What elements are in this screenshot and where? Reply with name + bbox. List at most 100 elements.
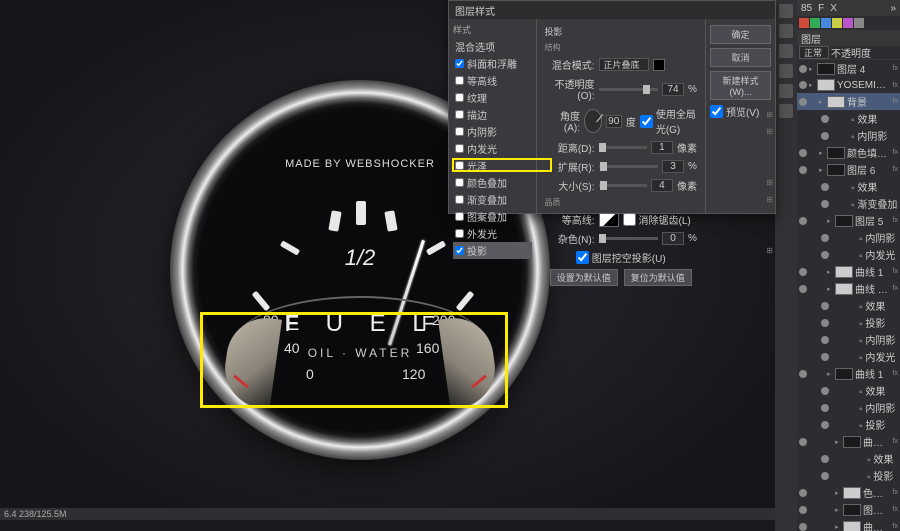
noise-slider[interactable] [599,237,659,240]
layer-row[interactable]: ▸曲线 小 1fx [797,280,900,297]
layer-row[interactable]: ▸YOSEMITE N...fx [797,77,900,93]
layer-fx-row[interactable]: ◦ 效果 [797,297,900,314]
spread-value[interactable]: 3 [662,160,684,173]
fx-item-3[interactable]: 描边⊞ [453,106,532,123]
layers-panel[interactable]: 85FX» 图层 正常 不透明度 ▸图层 4fx▸YOSEMITE N...fx… [797,0,900,531]
panel-icon[interactable] [779,64,793,78]
visibility-icon[interactable] [799,370,807,378]
layer-fx-row[interactable]: ◦ 效果 [797,382,900,399]
visibility-icon[interactable] [799,149,807,157]
layer-row[interactable]: ▸图层 4fx [797,60,900,77]
layer-fx-row[interactable]: ◦ 投影 [797,416,900,433]
layer-row[interactable]: ▸色彩饱和 凤尾 1fx [797,484,900,501]
visibility-icon[interactable] [799,217,807,225]
color-swatches[interactable] [797,16,900,30]
layer-fx-row[interactable]: ◦ 效果 [797,178,900,195]
layer-row[interactable]: ▸图层 灰度 1fx [797,501,900,518]
layer-fx-row[interactable]: ◦ 内发光 [797,348,900,365]
visibility-icon[interactable] [821,472,829,480]
visibility-icon[interactable] [821,319,829,327]
layer-tabs[interactable]: 图层 [797,30,900,46]
opacity-value[interactable]: 74 [662,83,684,96]
make-default-button[interactable]: 设置为默认值 [550,269,618,286]
visibility-icon[interactable] [821,234,829,242]
panel-icon[interactable] [779,84,793,98]
layer-fx-row[interactable]: ◦ 投影 [797,467,900,484]
global-light-checkbox[interactable]: 使用全局光(G) [640,106,697,136]
panel-icon[interactable] [779,24,793,38]
fx-item-5[interactable]: 内发光 [453,140,532,157]
fx-item-10[interactable]: 外发光 [453,225,532,242]
right-panels[interactable]: 85FX» 图层 正常 不透明度 ▸图层 4fx▸YOSEMITE N...fx… [775,0,900,531]
preview-checkbox[interactable]: 预览(V) [710,104,771,119]
visibility-icon[interactable] [799,523,807,531]
visibility-icon[interactable] [821,251,829,259]
fx-item-2[interactable]: 纹理 [453,89,532,106]
fx-item-1[interactable]: 等高线 [453,72,532,89]
layer-controls[interactable]: 正常 不透明度 [797,46,900,60]
visibility-icon[interactable] [821,404,829,412]
layer-row[interactable]: ▸图层 5fx [797,212,900,229]
size-slider[interactable] [599,184,647,187]
blend-mode-dropdown[interactable]: 正片叠底 [599,58,649,71]
layer-fx-row[interactable]: ◦ 内发光 [797,246,900,263]
layer-row[interactable]: ▸曲线 1fx [797,518,900,531]
layer-fx-row[interactable]: ◦ 内阴影 [797,229,900,246]
layer-row[interactable]: ▸曲线 3fx [797,433,900,450]
layer-fx-row[interactable]: ◦ 内阴影 [797,399,900,416]
spread-slider[interactable] [599,165,659,168]
fx-item-4[interactable]: 内阴影⊞ [453,123,532,140]
visibility-icon[interactable] [821,336,829,344]
angle-dial[interactable] [584,109,602,133]
noise-value[interactable]: 0 [662,232,684,245]
visibility-icon[interactable] [799,166,807,174]
collapsed-panel-strip[interactable] [775,0,797,531]
visibility-icon[interactable] [821,200,829,208]
fx-item-0[interactable]: 斜面和浮雕 [453,55,532,72]
fx-item-7[interactable]: 颜色叠加⊞ [453,174,532,191]
fx-item-11[interactable]: 投影⊞ [453,242,532,259]
blending-options[interactable]: 混合选项 [453,38,532,55]
layer-fx-row[interactable]: ◦ 内阴影 [797,127,900,144]
visibility-icon[interactable] [799,81,807,89]
knockout-checkbox[interactable]: 图层挖空投影(U) [576,250,666,265]
layer-list[interactable]: ▸图层 4fx▸YOSEMITE N...fx▸背景fx◦ 效果◦ 内阴影▸颜色… [797,60,900,531]
visibility-icon[interactable] [821,115,829,123]
layer-fx-row[interactable]: ◦ 内阴影 [797,331,900,348]
layer-style-dialog[interactable]: 图层样式 样式 混合选项 斜面和浮雕等高线纹理描边⊞内阴影⊞内发光光泽颜色叠加⊞… [448,0,776,214]
new-style-button[interactable]: 新建样式(W)... [710,71,771,100]
visibility-icon[interactable] [799,65,807,73]
visibility-icon[interactable] [799,98,807,106]
contour-picker[interactable] [599,213,619,227]
visibility-icon[interactable] [799,285,807,293]
layer-fx-row[interactable]: ◦ 渐变叠加 [797,195,900,212]
visibility-icon[interactable] [821,421,829,429]
layer-fx-row[interactable]: ◦ 效果 [797,450,900,467]
layer-row[interactable]: ▸背景fx [797,93,900,110]
visibility-icon[interactable] [799,438,807,446]
antialias-checkbox[interactable]: 消除锯齿(L) [623,212,691,227]
layer-row[interactable]: ▸曲线 1fx [797,365,900,382]
visibility-icon[interactable] [821,455,829,463]
distance-value[interactable]: 1 [651,141,673,154]
visibility-icon[interactable] [821,353,829,361]
layer-fx-row[interactable]: ◦ 投影 [797,314,900,331]
layer-row[interactable]: ▸曲线 1fx [797,263,900,280]
distance-slider[interactable] [599,146,647,149]
visibility-icon[interactable] [799,489,807,497]
layer-fx-row[interactable]: ◦ 效果 [797,110,900,127]
cancel-button[interactable]: 取消 [710,48,771,67]
fx-item-9[interactable]: 图案叠加 [453,208,532,225]
layer-row[interactable]: ▸图层 6fx [797,161,900,178]
panel-icon[interactable] [779,44,793,58]
ok-button[interactable]: 确定 [710,25,771,44]
panel-tabs[interactable]: 85FX» [797,0,900,16]
visibility-icon[interactable] [821,387,829,395]
visibility-icon[interactable] [821,302,829,310]
visibility-icon[interactable] [799,506,807,514]
reset-default-button[interactable]: 复位为默认值 [624,269,692,286]
angle-value[interactable]: 90 [606,115,622,128]
visibility-icon[interactable] [821,132,829,140]
layer-row[interactable]: ▸颜色填充 1fx [797,144,900,161]
panel-icon[interactable] [779,4,793,18]
